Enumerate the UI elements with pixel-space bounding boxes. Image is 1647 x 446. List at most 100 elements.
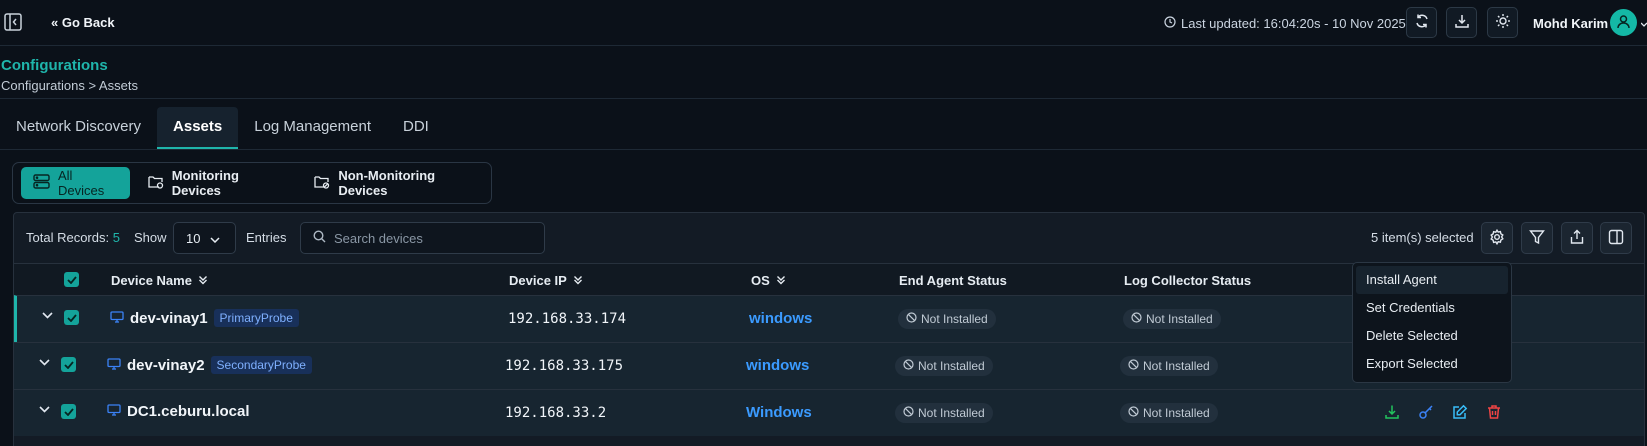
key-icon[interactable] bbox=[1418, 404, 1434, 423]
chevron-down-icon[interactable] bbox=[42, 312, 53, 319]
install-agent-icon[interactable] bbox=[1384, 404, 1400, 423]
sidebar-toggle-icon[interactable] bbox=[4, 13, 22, 31]
user-name[interactable]: Mohd Karim bbox=[1533, 16, 1608, 31]
folder-off-icon bbox=[314, 174, 330, 192]
device-name[interactable]: DC1.ceburu.local bbox=[127, 403, 250, 420]
monitoring-devices-button[interactable]: Monitoring Devices bbox=[136, 167, 297, 199]
log-collector-status-badge: Not Installed bbox=[1120, 403, 1218, 423]
non-monitoring-devices-button[interactable]: Non-Monitoring Devices bbox=[302, 167, 491, 199]
device-name-cell: dev-vinay2 SecondaryProbe bbox=[107, 356, 312, 374]
end-agent-status-badge: Not Installed bbox=[895, 356, 993, 376]
blocked-icon bbox=[903, 406, 914, 420]
chevron-down-icon[interactable] bbox=[1640, 17, 1647, 32]
column-end-agent-status: End Agent Status bbox=[899, 273, 1007, 288]
tab-assets[interactable]: Assets bbox=[157, 107, 239, 149]
edit-icon[interactable] bbox=[1452, 404, 1468, 423]
column-device-ip[interactable]: Device IP bbox=[509, 273, 583, 288]
column-os-label: OS bbox=[751, 273, 770, 288]
row-actions bbox=[1384, 404, 1502, 423]
entries-value: 10 bbox=[186, 230, 201, 246]
table-toolbar: Total Records: 5 Show 10 Entries 5 item(… bbox=[14, 213, 1644, 263]
theme-toggle-button[interactable] bbox=[1487, 7, 1518, 38]
total-records-count: 5 bbox=[112, 230, 120, 245]
blocked-icon bbox=[1128, 406, 1139, 420]
sort-icon[interactable] bbox=[198, 273, 208, 288]
device-name[interactable]: dev-vinay2 bbox=[127, 357, 205, 374]
row-checkbox[interactable] bbox=[61, 404, 76, 419]
device-os[interactable]: windows bbox=[749, 310, 812, 327]
chevron-down-icon[interactable] bbox=[39, 359, 50, 366]
share-icon bbox=[1569, 229, 1585, 248]
search-input[interactable] bbox=[334, 230, 534, 246]
device-name-cell: dev-vinay1 PrimaryProbe bbox=[110, 309, 299, 327]
column-os[interactable]: OS bbox=[751, 273, 786, 288]
search-field[interactable] bbox=[300, 222, 545, 254]
export-button[interactable] bbox=[1561, 222, 1593, 254]
download-icon bbox=[1454, 13, 1470, 32]
column-device-name[interactable]: Device Name bbox=[111, 273, 208, 288]
device-ip: 192.168.33.2 bbox=[505, 405, 607, 421]
download-button[interactable] bbox=[1446, 7, 1477, 38]
monitor-icon bbox=[110, 310, 124, 326]
probe-badge: PrimaryProbe bbox=[213, 309, 299, 327]
device-os[interactable]: windows bbox=[746, 357, 809, 374]
tab-bar: Network Discovery Assets Log Management … bbox=[0, 107, 445, 149]
end-agent-status-text: Not Installed bbox=[918, 406, 985, 420]
column-log-collector-status: Log Collector Status bbox=[1124, 273, 1252, 288]
row-checkbox[interactable] bbox=[64, 310, 79, 325]
row-checkbox[interactable] bbox=[61, 357, 76, 372]
sun-icon bbox=[1495, 13, 1511, 32]
last-updated-text: Last updated: 16:04:20s - 10 Nov 2025 bbox=[1181, 16, 1406, 31]
chevron-down-icon[interactable] bbox=[39, 406, 50, 413]
go-back-button[interactable]: « Go Back bbox=[51, 15, 115, 30]
refresh-button[interactable] bbox=[1406, 7, 1437, 38]
device-filter-segment: All Devices Monitoring Devices Non-Monit… bbox=[12, 162, 492, 204]
blocked-icon bbox=[906, 312, 917, 326]
total-records-label: Total Records: bbox=[26, 230, 110, 245]
breadcrumb: Configurations > Assets bbox=[1, 78, 138, 93]
log-collector-status-text: Not Installed bbox=[1143, 406, 1210, 420]
search-icon bbox=[313, 230, 326, 246]
all-devices-button[interactable]: All Devices bbox=[21, 167, 130, 199]
end-agent-status-badge: Not Installed bbox=[898, 309, 996, 329]
end-agent-status-text: Not Installed bbox=[918, 359, 985, 373]
column-device-ip-label: Device IP bbox=[509, 273, 567, 288]
total-records: Total Records: 5 bbox=[26, 230, 120, 245]
device-ip: 192.168.33.174 bbox=[508, 311, 627, 327]
export-selected-menu-item[interactable]: Export Selected bbox=[1356, 350, 1508, 378]
tab-network-discovery[interactable]: Network Discovery bbox=[0, 107, 157, 149]
log-collector-status-text: Not Installed bbox=[1143, 359, 1210, 373]
gear-icon bbox=[1489, 228, 1505, 248]
sort-icon[interactable] bbox=[776, 273, 786, 288]
delete-selected-menu-item[interactable]: Delete Selected bbox=[1356, 322, 1508, 350]
blocked-icon bbox=[1131, 312, 1142, 326]
show-label: Show bbox=[134, 230, 167, 245]
last-updated: Last updated: 16:04:20s - 10 Nov 2025 bbox=[1164, 16, 1406, 31]
user-icon bbox=[1616, 14, 1631, 32]
columns-button[interactable] bbox=[1600, 222, 1632, 254]
filter-button[interactable] bbox=[1521, 222, 1553, 254]
tab-ddi[interactable]: DDI bbox=[387, 107, 445, 149]
set-credentials-menu-item[interactable]: Set Credentials bbox=[1356, 294, 1508, 322]
monitoring-devices-label: Monitoring Devices bbox=[171, 168, 239, 198]
header-divider bbox=[0, 98, 1647, 99]
entries-label: Entries bbox=[246, 230, 287, 245]
bulk-actions-button[interactable] bbox=[1481, 222, 1513, 254]
device-os[interactable]: Windows bbox=[746, 404, 812, 421]
avatar[interactable] bbox=[1610, 9, 1637, 36]
monitor-icon bbox=[107, 404, 121, 419]
tab-log-management[interactable]: Log Management bbox=[238, 107, 387, 149]
entries-select[interactable]: 10 bbox=[173, 222, 236, 254]
select-all-checkbox[interactable] bbox=[64, 272, 79, 287]
server-icon bbox=[33, 174, 50, 192]
device-ip: 192.168.33.175 bbox=[505, 358, 624, 374]
sort-icon[interactable] bbox=[573, 273, 583, 288]
trash-icon[interactable] bbox=[1486, 404, 1502, 423]
install-agent-menu-item[interactable]: Install Agent bbox=[1356, 266, 1508, 294]
top-bar: « Go Back Last updated: 16:04:20s - 10 N… bbox=[0, 0, 1647, 46]
device-name[interactable]: dev-vinay1 bbox=[130, 310, 208, 327]
tabs-divider bbox=[0, 149, 1647, 150]
table-row[interactable]: DC1.ceburu.local 192.168.33.2 Windows No… bbox=[14, 389, 1644, 436]
folder-monitor-icon bbox=[148, 174, 164, 192]
end-agent-status-badge: Not Installed bbox=[895, 403, 993, 423]
